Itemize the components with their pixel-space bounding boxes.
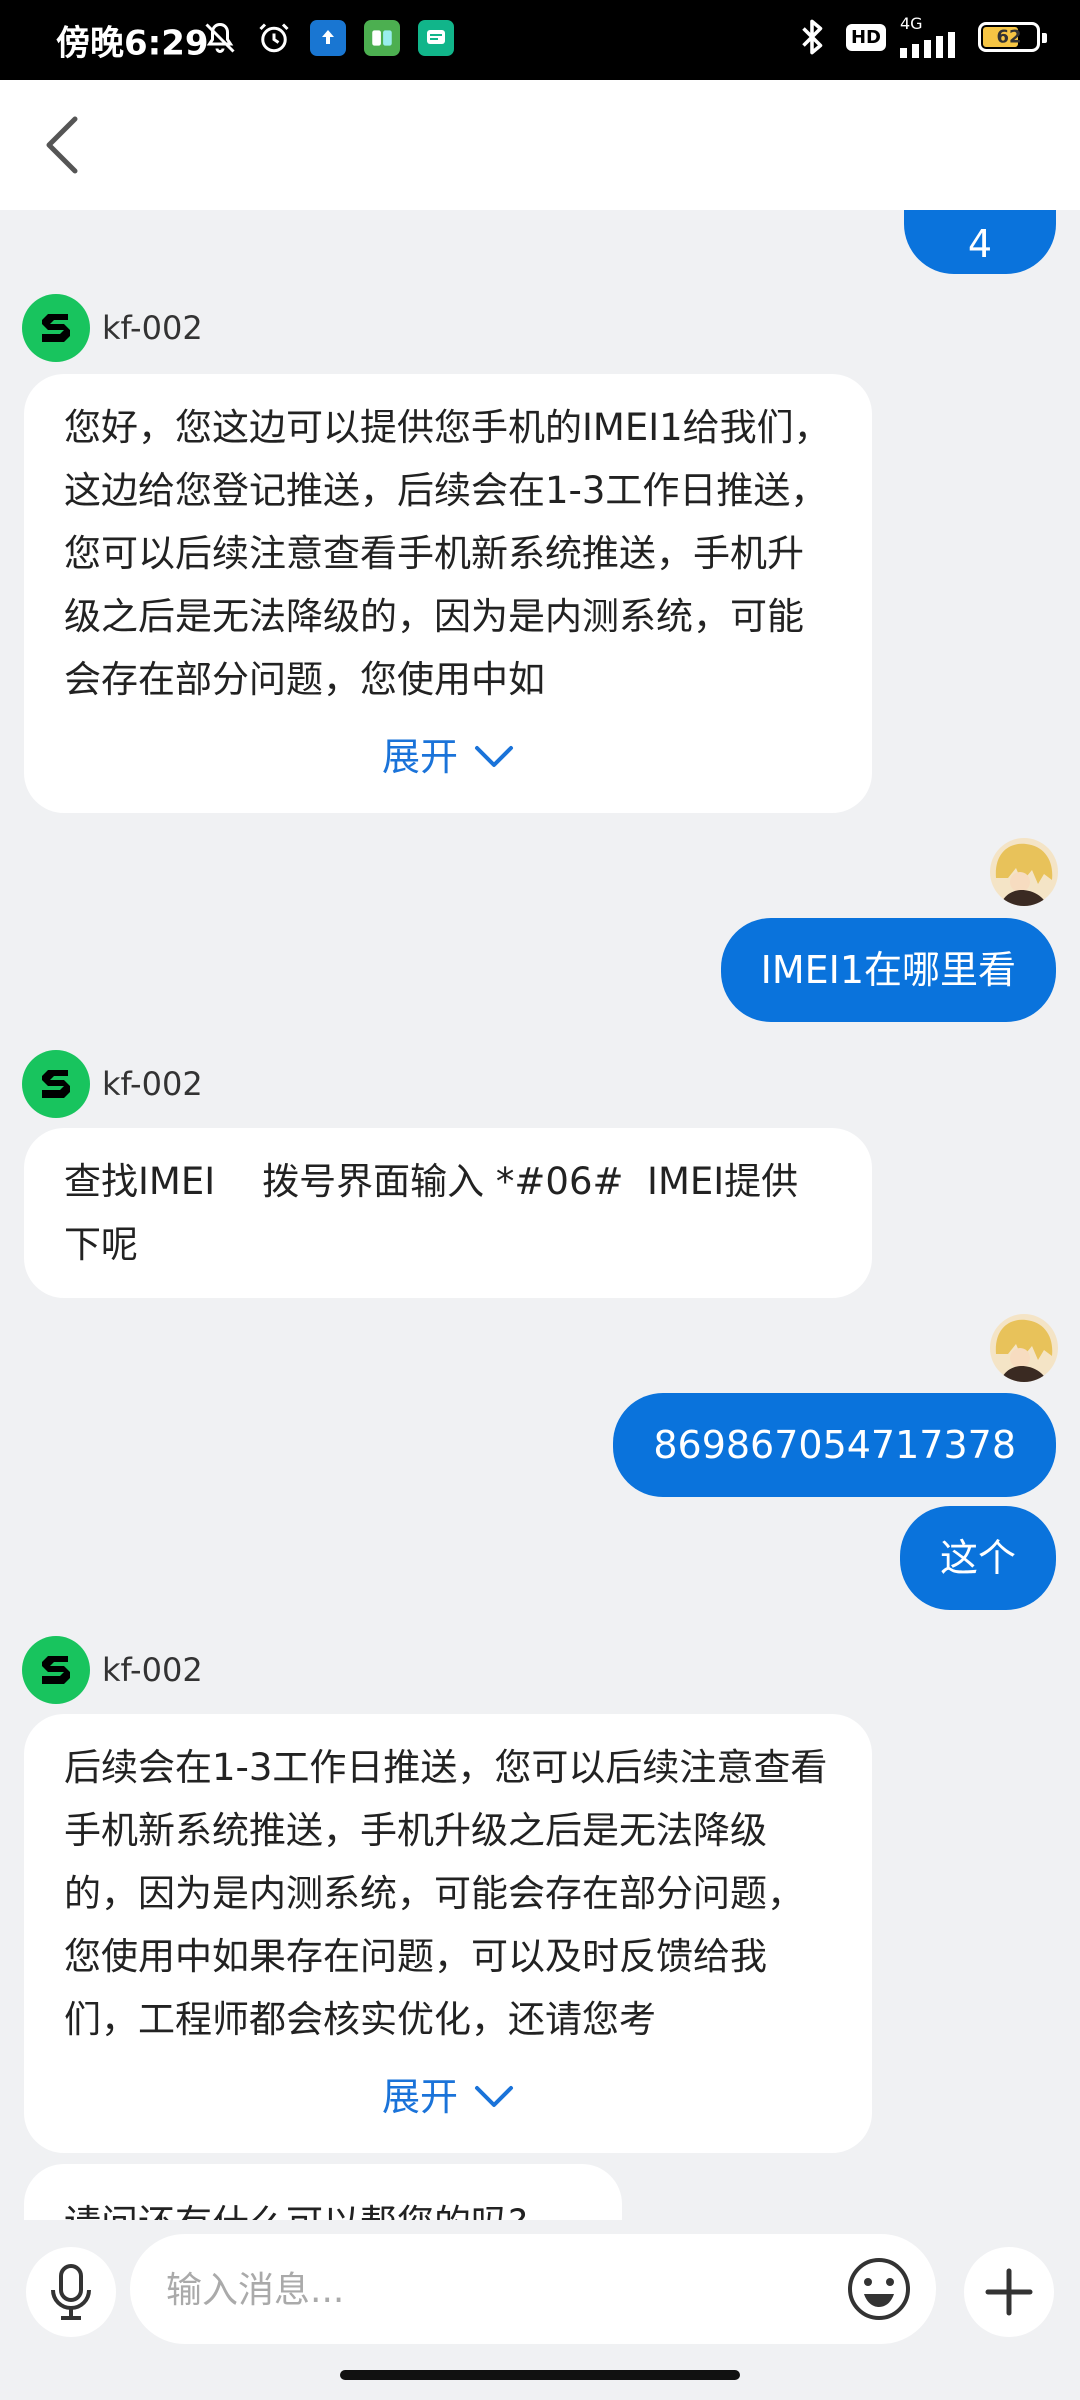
message-text: 请问还有什么可以帮您的吗? [64, 2192, 582, 2220]
voice-button[interactable] [26, 2247, 116, 2337]
message-text: 869867054717378 [653, 1423, 1016, 1467]
network-type: 4G [900, 14, 923, 33]
user-avatar[interactable] [990, 838, 1058, 906]
agent-avatar[interactable] [22, 1636, 90, 1704]
agent-name: kf-002 [102, 1065, 203, 1103]
expand-label: 展开 [381, 735, 458, 779]
bell-mute-icon [200, 18, 240, 58]
chevron-left-icon [46, 116, 78, 174]
add-attachment-button[interactable] [964, 2247, 1054, 2337]
user-avatar[interactable] [990, 1314, 1058, 1382]
agent-name: kf-002 [102, 309, 203, 347]
user-message-bubble: 869867054717378 [613, 1393, 1056, 1497]
upload-app-icon [308, 18, 348, 58]
message-input[interactable] [164, 2234, 828, 2346]
agent-name: kf-002 [102, 1651, 203, 1689]
system-icons: HD 4G 62 [792, 16, 1047, 58]
message-text: 这个 [939, 1536, 1016, 1580]
back-button[interactable] [28, 110, 98, 180]
microphone-icon [51, 2264, 91, 2320]
user-message-bubble: 4 [904, 210, 1056, 274]
message-text: IMEI1在哪里看 [760, 948, 1016, 992]
status-bar: 傍晚6:29 HD 4G 62 [0, 0, 1080, 80]
emoji-button[interactable] [842, 2252, 916, 2326]
chat-messages[interactable]: 4 kf-002 您好，您这边可以提供您手机的IMEI1给我们，这边给您登记推送… [0, 210, 1080, 2220]
bluetooth-icon [792, 17, 832, 57]
battery-level: 62 [996, 26, 1022, 48]
message-input-box [130, 2234, 936, 2346]
message-app-icon [416, 18, 456, 58]
agent-avatar[interactable] [22, 1050, 90, 1118]
smiley-icon [848, 2258, 910, 2320]
alarm-icon [254, 18, 294, 58]
expand-label: 展开 [381, 2075, 458, 2119]
brand-logo-icon [42, 1656, 70, 1684]
signal-icon: 4G [900, 16, 964, 58]
chevron-down-icon [475, 2086, 513, 2107]
user-message-bubble: 这个 [899, 1506, 1056, 1610]
expand-button[interactable]: 展开 [64, 2067, 832, 2127]
message-text: 4 [967, 222, 993, 266]
battery-icon: 62 [978, 22, 1047, 52]
hd-badge: HD [845, 23, 886, 51]
message-text: 您好，您这边可以提供您手机的IMEI1给我们，这边给您登记推送，后续会在1-3工… [64, 406, 831, 701]
notification-icons [200, 18, 456, 58]
plus-icon [985, 2268, 1033, 2316]
user-message-bubble: IMEI1在哪里看 [720, 918, 1056, 1022]
message-text: 查找IMEI 拨号界面输入 *#06# IMEI提供下呢 [64, 1160, 799, 1266]
agent-message-bubble: 您好，您这边可以提供您手机的IMEI1给我们，这边给您登记推送，后续会在1-3工… [24, 374, 872, 813]
input-bar [0, 2220, 1080, 2346]
agent-message-bubble: 查找IMEI 拨号界面输入 *#06# IMEI提供下呢 [24, 1128, 872, 1298]
agent-header: kf-002 [22, 1636, 203, 1704]
message-text: 后续会在1-3工作日推送，您可以后续注意查看手机新系统推送，手机升级之后是无法降… [64, 1746, 828, 2041]
expand-button[interactable]: 展开 [64, 727, 832, 787]
agent-message-bubble: 请问还有什么可以帮您的吗? [24, 2164, 622, 2220]
agent-message-bubble: 后续会在1-3工作日推送，您可以后续注意查看手机新系统推送，手机升级之后是无法降… [24, 1714, 872, 2153]
agent-header: kf-002 [22, 294, 203, 362]
status-time: 傍晚6:29 [56, 23, 209, 64]
brand-logo-icon [42, 314, 70, 342]
chevron-down-icon [475, 746, 513, 767]
chat-header [0, 80, 1080, 210]
home-indicator[interactable] [340, 2370, 740, 2380]
agent-avatar[interactable] [22, 294, 90, 362]
game-app-icon [362, 18, 402, 58]
agent-header: kf-002 [22, 1050, 203, 1118]
brand-logo-icon [42, 1070, 70, 1098]
